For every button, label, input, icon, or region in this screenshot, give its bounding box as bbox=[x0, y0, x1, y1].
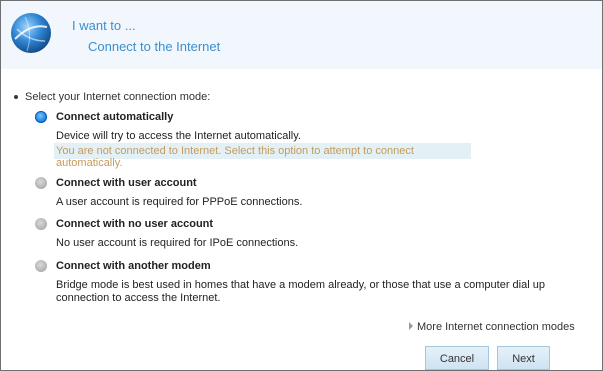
radio-connect-no-user-account[interactable] bbox=[35, 218, 47, 230]
wizard-frame: I want to ... Connect to the Internet Se… bbox=[0, 0, 603, 371]
wizard-header: I want to ... Connect to the Internet bbox=[1, 1, 602, 69]
option-desc-auto: Device will try to access the Internet a… bbox=[56, 130, 301, 142]
radio-connect-another-modem[interactable] bbox=[35, 260, 47, 272]
option-title-auto[interactable]: Connect automatically bbox=[56, 111, 173, 123]
option-desc-another-modem: Bridge mode is best used in homes that h… bbox=[56, 279, 545, 304]
option-desc-user-account: A user account is required for PPPoE con… bbox=[56, 196, 303, 208]
more-modes-link[interactable]: More Internet connection modes bbox=[409, 321, 575, 333]
globe-logo-icon bbox=[11, 13, 51, 53]
cancel-button[interactable]: Cancel bbox=[425, 346, 489, 370]
bullet-icon bbox=[14, 95, 18, 99]
notice-text: You are not connected to Internet. Selec… bbox=[56, 145, 414, 169]
radio-connect-automatically[interactable] bbox=[35, 111, 47, 123]
connection-notice: You are not connected to Internet. Selec… bbox=[54, 143, 471, 169]
next-button[interactable]: Next bbox=[497, 346, 550, 370]
option-title-user-account[interactable]: Connect with user account bbox=[56, 177, 197, 189]
header-subtitle: I want to ... bbox=[72, 18, 136, 33]
option-title-another-modem[interactable]: Connect with another modem bbox=[56, 260, 211, 272]
expand-triangle-icon bbox=[409, 322, 413, 330]
radio-connect-user-account[interactable] bbox=[35, 177, 47, 189]
mode-prompt: Select your Internet connection mode: bbox=[25, 91, 211, 103]
page-title: Connect to the Internet bbox=[88, 39, 221, 54]
option-title-no-user-account[interactable]: Connect with no user account bbox=[56, 218, 213, 230]
option-desc-no-user-account: No user account is required for IPoE con… bbox=[56, 237, 299, 249]
more-modes-label: More Internet connection modes bbox=[417, 321, 575, 333]
